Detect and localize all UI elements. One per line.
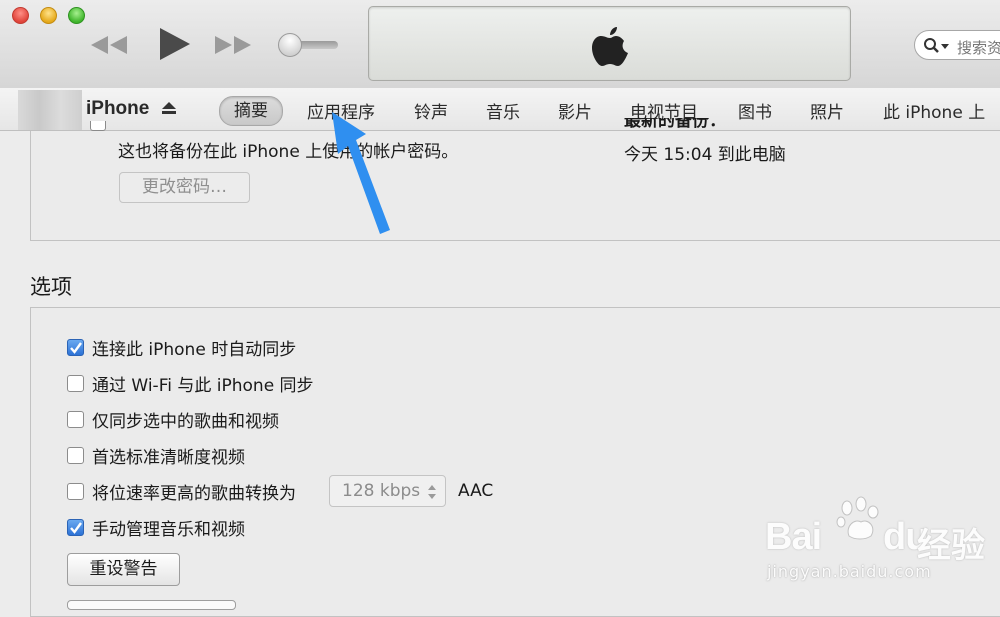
configure-accessibility-button[interactable] xyxy=(67,600,236,610)
now-playing-display xyxy=(368,6,851,81)
watermark-brand: Bai xyxy=(765,516,822,558)
option-convert-bitrate[interactable]: 将位速率更高的歌曲转换为 xyxy=(67,480,296,504)
previous-track-button[interactable] xyxy=(88,32,130,58)
latest-backup-value: 今天 15:04 到此电脑 xyxy=(624,145,786,165)
prefer-sd-video-checkbox[interactable] xyxy=(67,446,84,464)
option-label: 首选标准清晰度视频 xyxy=(92,447,245,468)
tab-summary[interactable]: 摘要 xyxy=(219,96,283,126)
watermark-brand-cn: 经验 xyxy=(917,526,985,566)
apple-logo-icon xyxy=(592,27,628,66)
tab-on-this-iphone[interactable]: 此 iPhone 上 xyxy=(883,98,985,123)
eject-icon[interactable] xyxy=(161,101,177,115)
backup-note: 这也将备份在此 iPhone 上使用的帐户密码。 xyxy=(118,142,459,162)
paw-logo-icon xyxy=(836,496,879,540)
option-label: 手动管理音乐和视频 xyxy=(92,519,245,540)
option-wifi-sync[interactable]: 通过 Wi-Fi 与此 iPhone 同步 xyxy=(67,372,314,396)
zoom-window-button[interactable] xyxy=(68,7,85,24)
volume-knob[interactable] xyxy=(278,33,302,57)
tab-movies[interactable]: 影片 xyxy=(558,98,592,123)
watermark-url: jingyan.baidu.com xyxy=(767,562,932,581)
auto-sync-checkbox[interactable] xyxy=(67,338,84,356)
option-sync-checked-only[interactable]: 仅同步选中的歌曲和视频 xyxy=(67,408,279,432)
fast-forward-icon xyxy=(215,36,251,54)
reset-warnings-button[interactable]: 重设警告 xyxy=(67,553,180,586)
checkmark-icon xyxy=(70,521,82,534)
convert-bitrate-checkbox[interactable] xyxy=(67,482,84,500)
rewind-icon xyxy=(91,36,127,54)
volume-slider[interactable] xyxy=(278,33,340,57)
annotation-arrow-icon xyxy=(332,112,390,234)
latest-backup-label: 最新的备份： xyxy=(624,118,726,130)
search-field[interactable]: 搜索资 xyxy=(914,30,1000,60)
play-icon xyxy=(160,28,190,60)
play-button[interactable] xyxy=(154,26,194,62)
option-label: 通过 Wi-Fi 与此 iPhone 同步 xyxy=(92,375,314,396)
search-icon xyxy=(924,38,949,53)
minimize-window-button[interactable] xyxy=(40,7,57,24)
wifi-sync-checkbox[interactable] xyxy=(67,374,84,392)
next-track-button[interactable] xyxy=(212,32,254,58)
bitrate-select[interactable]: 128 kbps xyxy=(329,475,446,507)
device-thumbnail xyxy=(18,90,82,130)
close-window-button[interactable] xyxy=(12,7,29,24)
option-manual-manage[interactable]: 手动管理音乐和视频 xyxy=(67,516,245,540)
checkmark-icon xyxy=(70,341,82,354)
baidu-watermark: Bai du 经验 jingyan.baidu.com xyxy=(765,496,1000,606)
encrypt-backup-checkbox[interactable] xyxy=(90,121,108,131)
tab-photos[interactable]: 照片 xyxy=(810,98,844,123)
option-label: 连接此 iPhone 时自动同步 xyxy=(92,339,297,360)
manual-manage-checkbox[interactable] xyxy=(67,518,84,536)
options-title: 选项 xyxy=(30,275,72,299)
option-auto-sync[interactable]: 连接此 iPhone 时自动同步 xyxy=(67,336,297,360)
tab-music[interactable]: 音乐 xyxy=(486,98,520,123)
option-prefer-sd-video[interactable]: 首选标准清晰度视频 xyxy=(67,444,245,468)
tab-ringtones[interactable]: 铃声 xyxy=(414,98,448,123)
change-password-button[interactable]: 更改密码… xyxy=(119,172,250,203)
search-placeholder: 搜索资 xyxy=(957,39,1000,57)
option-label: 将位速率更高的歌曲转换为 xyxy=(92,483,296,504)
device-name[interactable]: iPhone xyxy=(86,98,149,120)
codec-label: AAC xyxy=(458,481,494,501)
stepper-arrows-icon xyxy=(428,485,436,499)
bitrate-value: 128 kbps xyxy=(342,481,421,501)
option-label: 仅同步选中的歌曲和视频 xyxy=(92,411,279,432)
sync-checked-only-checkbox[interactable] xyxy=(67,410,84,428)
